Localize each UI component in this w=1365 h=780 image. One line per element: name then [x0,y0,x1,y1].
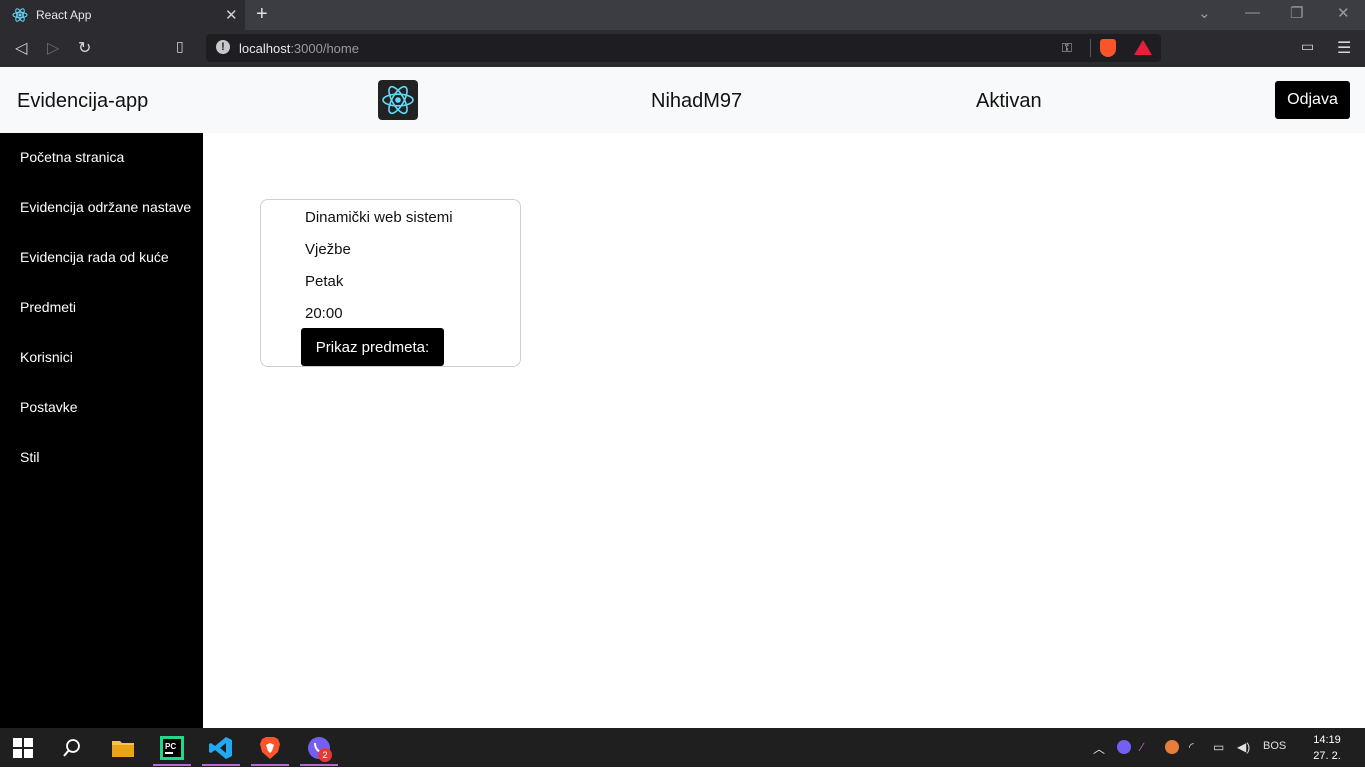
sidebar-item-home[interactable]: Početna stranica [20,149,124,165]
clock-date: 27. 2. 2022. [1313,750,1341,778]
brave-shields-icon[interactable] [1100,39,1116,57]
pycharm-icon[interactable]: PC [160,736,184,760]
brave-browser-icon[interactable] [258,736,282,760]
app-header: Evidencija-app NihadM97 Aktivan Odjava [0,67,1365,133]
brave-rewards-icon[interactable] [1134,40,1152,55]
sidebar-item-class-records[interactable]: Evidencija održane nastave [20,199,191,215]
pen-tray-icon[interactable]: ∕ [1141,740,1143,754]
key-icon[interactable]: ⚿ [1062,40,1072,56]
windows-start-icon[interactable] [13,738,33,758]
browser-tab[interactable]: React App ✕ [0,0,245,30]
sidebar-item-users[interactable]: Korisnici [20,349,73,365]
react-favicon-icon [12,8,28,22]
tab-search-chevron-icon[interactable]: ⌄ [1198,4,1211,22]
viber-notification-badge: 2 [318,748,332,762]
reload-icon[interactable]: ↻ [78,38,91,58]
react-logo-icon [378,80,418,120]
wallet-icon[interactable]: ▭ [1301,38,1314,55]
forward-icon[interactable]: ▷ [47,38,59,58]
sidebar-item-settings[interactable]: Postavke [20,399,78,415]
divider [1090,39,1091,57]
restore-icon[interactable]: ❐ [1290,4,1303,22]
menu-icon[interactable]: ☰ [1337,38,1351,58]
sidebar: Početna stranica Evidencija održane nast… [0,133,203,728]
class-day: Petak [305,273,344,290]
user-status: Aktivan [976,90,1042,112]
taskbar-clock[interactable]: 14:19 27. 2. 2022. [1298,732,1356,780]
language-indicator[interactable]: BOS [1263,740,1286,752]
sidebar-item-remote-work[interactable]: Evidencija rada od kuće [20,249,169,265]
url-text: localhost:3000/home [239,41,359,56]
battery-icon[interactable]: ▭ [1213,740,1224,754]
new-tab-icon[interactable]: + [256,3,268,26]
viber-active-indicator [300,764,338,766]
class-time: 20:00 [305,305,343,322]
logout-button[interactable]: Odjava [1275,81,1350,119]
username: NihadM97 [651,90,743,112]
brave-active-indicator [251,764,289,766]
back-icon[interactable]: ◁ [15,38,27,58]
vscode-icon[interactable] [209,736,233,760]
clock-time: 14:19 [1313,734,1341,746]
bookmark-icon[interactable]: ▯ [176,38,184,55]
wifi-icon[interactable]: ◜ [1189,740,1194,754]
search-icon[interactable] [62,738,82,758]
address-bar[interactable]: ! localhost:3000/home ⚿ [206,34,1161,62]
app-brand[interactable]: Evidencija-app [17,90,148,113]
vscode-active-indicator [202,764,240,766]
file-explorer-icon[interactable] [111,736,135,760]
browser-toolbar: ◁ ▷ ↻ ▯ ! localhost:3000/home ⚿ ▭ ☰ [0,30,1365,67]
taskbar: PC 2 ︿ ∕ ◜ ▭ ◀) BOS 14:19 27. 2. 2022. [0,728,1365,778]
browser-tab-strip: React App ✕ + ⌄ — ❐ ✕ [0,0,1365,30]
site-info-icon[interactable]: ! [216,40,230,54]
sidebar-item-style[interactable]: Stil [20,449,39,465]
pycharm-active-indicator [153,764,191,766]
svg-text:PC: PC [165,742,176,751]
app-tray-icon[interactable] [1165,740,1179,754]
volume-icon[interactable]: ◀) [1237,740,1250,754]
show-subject-button[interactable]: Prikaz predmeta: [301,328,444,366]
minimize-icon[interactable]: — [1245,4,1260,21]
class-type: Vježbe [305,241,351,258]
tab-title: React App [36,8,92,22]
subject-card: Dinamički web sistemi Vježbe Petak 20:00… [260,199,521,367]
sidebar-item-subjects[interactable]: Predmeti [20,299,76,315]
viber-tray-icon[interactable] [1117,740,1131,754]
subject-name: Dinamički web sistemi [305,209,453,226]
close-tab-icon[interactable]: ✕ [225,6,238,24]
close-window-icon[interactable]: ✕ [1337,4,1350,22]
show-hidden-icons-icon[interactable]: ︿ [1093,740,1105,757]
